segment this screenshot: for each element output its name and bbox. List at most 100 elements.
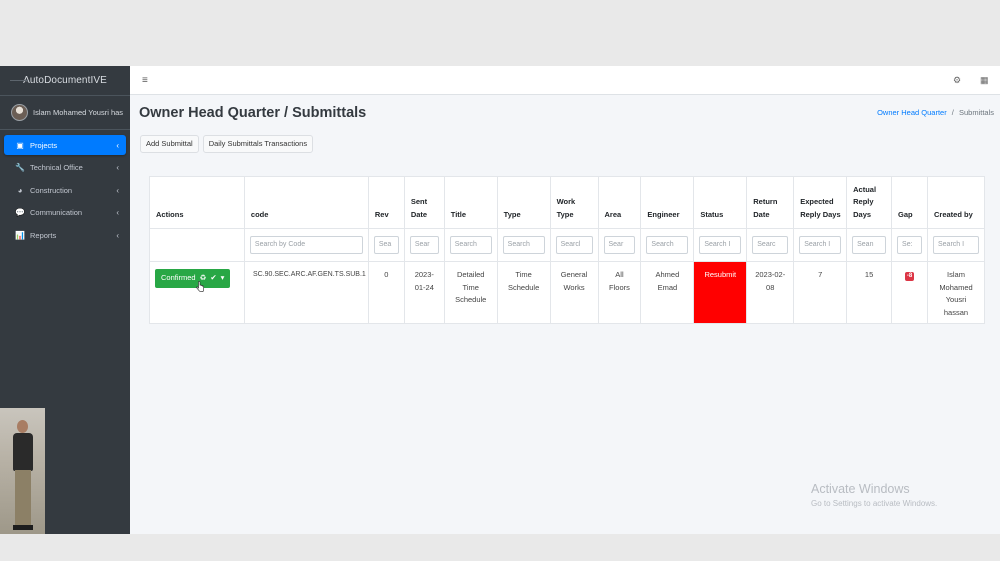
grid-icon[interactable]: ▦ [980,75,989,86]
col-header-expected-reply-days[interactable]: Expected Reply Days [793,176,848,229]
cell-type: Time Schedule [496,261,551,324]
col-header-work-type[interactable]: Work Type [549,176,599,229]
filter-row: Search by Code Sea Sear Search Search Se… [149,228,986,262]
confirmed-label: Confirmed [161,273,196,283]
breadcrumb-link-owner-head-quarter[interactable]: Owner Head Quarter [877,108,947,117]
search-engineer-input[interactable]: Search [646,236,689,254]
submittals-card: Actions code Rev Sent Date Title Type Wor… [149,176,986,324]
search-type-input[interactable]: Search [502,236,545,254]
menu-toggle-icon[interactable]: ≡ [142,75,148,86]
cell-created-by: Islam Mohamed Yousri hassan [926,261,986,324]
action-buttons: Add Submittal Daily Submittals Transacti… [140,135,314,153]
brand-logo-line [10,80,28,81]
sidebar: AutoDocumentIVE Islam Mohamed Yousri has… [0,66,130,534]
settings-icon[interactable]: ⚙ [953,75,961,86]
presenter-figure [13,420,33,532]
daily-submittals-button[interactable]: Daily Submittals Transactions [202,135,314,153]
search-rev-input[interactable]: Sea [373,236,399,254]
chevron-left-icon: ‹ [116,230,119,240]
cell-sent-date: 2023- 01-24 [403,261,445,324]
chevron-left-icon: ‹ [116,163,119,173]
brand[interactable]: AutoDocumentIVE [0,66,130,96]
watermark-subtitle: Go to Settings to activate Windows. [811,499,938,508]
table-row: Confirmed ♻ ✔ ▾ SC.90.SEC.ARC.AF.GEN.TS.… [149,261,986,324]
cell-area: All Floors [597,261,642,324]
sidebar-item-reports[interactable]: 📊 Reports ‹ [4,225,126,245]
filter-cell-actions [149,228,245,262]
sidebar-item-label: Projects [30,140,58,150]
search-title-input[interactable]: Search [449,236,492,254]
main-content: Owner Head Quarter / Submittals Owner He… [130,95,1000,534]
top-navbar: ≡ ⚙ ▦ [130,66,1000,95]
search-work-type-input[interactable]: Searcl [555,236,593,254]
user-name: Islam Mohamed Yousri has [33,108,124,117]
sidebar-item-construction[interactable]: ◕ Construction ‹ [4,180,126,200]
cell-gap: -8 [891,261,928,324]
search-code-input[interactable]: Search by Code [249,236,363,254]
search-gap-input[interactable]: Se: [897,236,922,254]
cell-rev: 0 [367,261,405,324]
header-row: Actions code Rev Sent Date Title Type Wor… [149,176,986,229]
chevron-left-icon: ‹ [116,208,119,218]
submittals-table: Actions code Rev Sent Date Title Type Wor… [149,176,986,324]
search-expected-reply-days-input[interactable]: Search I [799,236,842,254]
cell-work-type: General Works [549,261,599,324]
sidebar-item-projects[interactable]: ▣ Projects ‹ [4,135,126,155]
col-header-type[interactable]: Type [496,176,551,229]
sidebar-item-technical-office[interactable]: 🔧 Technical Office ‹ [4,158,126,178]
status-badge: Resubmit [693,261,748,324]
wrench-icon: 🔧 [15,163,25,173]
search-area-input[interactable]: Sear [603,236,636,254]
sidebar-item-label: Technical Office [30,163,83,173]
col-header-status[interactable]: Status [693,176,748,229]
sidebar-item-label: Construction [30,185,73,195]
sidebar-nav: ▣ Projects ‹ 🔧 Technical Office ‹ ◕ Cons… [0,130,130,253]
code-link[interactable]: SC.90.SEC.ARC.AF.GEN.TS.SUB.1 [243,261,369,324]
watermark-title: Activate Windows [811,482,910,496]
chevron-left-icon: ‹ [116,185,119,195]
col-header-code[interactable]: code [243,176,369,229]
brand-text: AutoDocumentIVE [23,75,107,86]
avatar [11,104,28,121]
col-header-engineer[interactable]: Engineer [640,176,695,229]
gap-badge: -8 [904,272,915,281]
col-header-created-by[interactable]: Created by [926,176,986,229]
search-sent-date-input[interactable]: Sear [409,236,439,254]
col-header-actions[interactable]: Actions [149,176,245,229]
col-header-area[interactable]: Area [597,176,642,229]
user-panel[interactable]: Islam Mohamed Yousri has [0,96,130,130]
cell-actual-reply-days: 15 [846,261,893,324]
col-header-actual-reply-days[interactable]: Actual Reply Days [846,176,893,229]
check-icon: ✔ [210,273,217,283]
breadcrumb-current: Submittals [958,108,994,117]
cell-expected-reply-days: 7 [793,261,848,324]
webcam-overlay [0,408,45,534]
caret-down-icon[interactable]: ▾ [221,272,225,285]
cell-engineer: Ahmed Emad [640,261,695,324]
confirmed-action-button[interactable]: Confirmed ♻ ✔ ▾ [155,269,231,288]
col-header-return-date[interactable]: Return Date [746,176,795,229]
search-return-date-input[interactable]: Searc [752,236,789,254]
col-header-sent-date[interactable]: Sent Date [403,176,445,229]
hand-cursor-icon [196,281,204,292]
pie-chart-icon: ◕ [17,185,23,195]
search-status-input[interactable]: Search I [699,236,742,254]
chevron-left-icon: ‹ [116,140,119,150]
cell-title: Detailed Time Schedule [443,261,498,324]
breadcrumb: Owner Head Quarter / Submittals [877,108,994,117]
col-header-gap[interactable]: Gap [891,176,928,229]
page-title: Owner Head Quarter / Submittals [139,105,367,121]
comments-icon: 💬 [15,208,25,218]
add-submittal-button[interactable]: Add Submittal [140,135,199,153]
search-actual-reply-days-input[interactable]: Sean [852,236,887,254]
building-icon: ▣ [16,140,24,150]
breadcrumb-separator: / [951,108,954,117]
chart-icon: 📊 [15,230,25,240]
sidebar-item-label: Reports [30,230,57,240]
search-created-by-input[interactable]: Search I [932,236,979,254]
col-header-rev[interactable]: Rev [367,176,405,229]
app-window: AutoDocumentIVE Islam Mohamed Yousri has… [0,66,1000,534]
col-header-title[interactable]: Title [443,176,498,229]
sidebar-item-label: Communication [30,208,83,218]
sidebar-item-communication[interactable]: 💬 Communication ‹ [4,203,126,223]
